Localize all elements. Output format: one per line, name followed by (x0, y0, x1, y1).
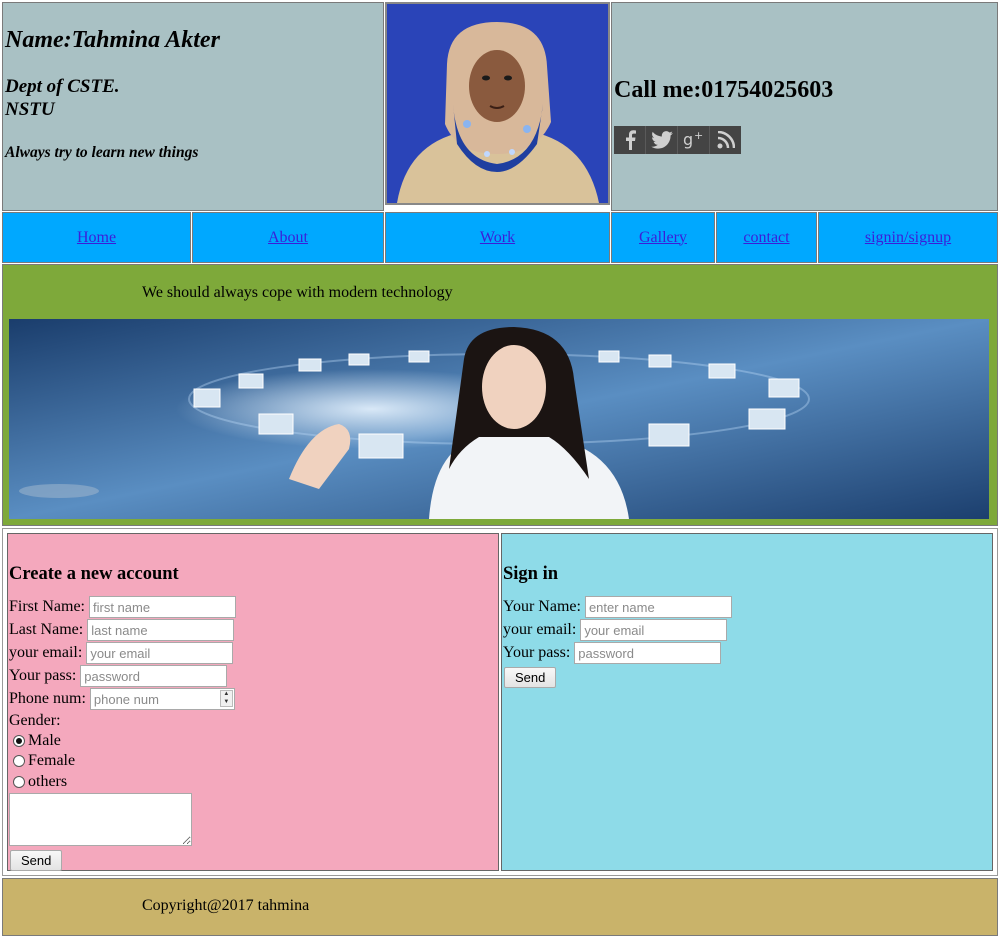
message-textarea[interactable] (9, 793, 192, 846)
nav-signin: signin/signup (818, 212, 998, 263)
signin-password-input[interactable] (574, 642, 722, 665)
signin-password-row: Your pass: (503, 642, 722, 665)
nav-about: About (192, 212, 384, 263)
last-name-label: Last Name: (9, 621, 84, 638)
email-label: your email: (9, 644, 83, 661)
university-line: NSTU (5, 99, 55, 120)
profile-photo-image (387, 4, 608, 203)
signin-password-label: Your pass: (503, 644, 571, 661)
radio-others-label: others (28, 773, 68, 790)
svg-text:+: + (694, 130, 703, 142)
google-plus-icon[interactable]: g + (678, 126, 710, 154)
phone-label: Phone num: (9, 690, 86, 707)
department: Dept of CSTE. NSTU (5, 75, 120, 121)
facebook-icon[interactable] (614, 126, 646, 154)
first-name-label: First Name: (9, 598, 85, 615)
gender-option-female[interactable]: Female (13, 752, 75, 770)
nav-link-signin-signup[interactable]: signin/signup (865, 229, 951, 247)
header-contact-cell: Call me:01754025603 g + (611, 2, 998, 211)
nav-link-work[interactable]: Work (480, 229, 515, 247)
radio-others[interactable] (13, 776, 25, 788)
phone-row: Phone num: ▲▼ (9, 688, 235, 711)
last-name-row: Last Name: (9, 619, 235, 642)
last-name-input[interactable] (87, 619, 235, 642)
stepper-up-icon[interactable]: ▲ (221, 691, 232, 699)
email-row: your email: (9, 642, 234, 665)
phone-number: Call me:01754025603 (614, 77, 834, 103)
signin-name-row: Your Name: (503, 596, 732, 619)
signin-panel: Sign in Your Name: your email: Your pass… (501, 533, 993, 871)
signin-email-input[interactable] (580, 619, 728, 642)
nav-work: Work (385, 212, 610, 263)
gender-label: Gender: (9, 712, 61, 729)
nav-gallery: Gallery (611, 212, 715, 263)
nav-contact: contact (716, 212, 817, 263)
radio-male-label: Male (28, 732, 61, 749)
nav-link-home[interactable]: Home (77, 229, 116, 247)
page-title: Name:Tahmina Akter (5, 27, 220, 53)
header-info-cell: Name:Tahmina Akter Dept of CSTE. NSTU Al… (2, 2, 384, 211)
radio-female[interactable] (13, 755, 25, 767)
motto-text: Always try to learn new things (5, 144, 199, 161)
banner-text: We should always cope with modern techno… (142, 284, 453, 301)
twitter-icon[interactable] (646, 126, 678, 154)
profile-photo (385, 2, 610, 205)
stepper-down-icon[interactable]: ▼ (221, 699, 232, 707)
signin-email-label: your email: (503, 621, 577, 638)
signin-email-row: your email: (503, 619, 728, 642)
rss-icon[interactable] (710, 126, 741, 154)
gender-option-others[interactable]: others (13, 773, 67, 791)
password-input[interactable] (80, 665, 228, 688)
password-label: Your pass: (9, 667, 77, 684)
forms-area: Create a new account First Name: Last Na… (2, 528, 998, 876)
gender-option-male[interactable]: Male (13, 732, 61, 750)
social-links: g + (614, 126, 741, 154)
signin-name-input[interactable] (584, 596, 732, 619)
nav-link-contact[interactable]: contact (743, 229, 789, 247)
register-title: Create a new account (9, 564, 179, 584)
nav-home: Home (2, 212, 191, 263)
phone-input[interactable] (89, 688, 235, 711)
signin-title: Sign in (503, 564, 559, 584)
register-send-button[interactable]: Send (10, 850, 63, 871)
first-name-row: First Name: (9, 596, 236, 619)
svg-text:g: g (683, 130, 693, 149)
first-name-input[interactable] (89, 596, 236, 619)
signin-name-label: Your Name: (503, 598, 581, 615)
phone-stepper[interactable]: ▲ ▼ (219, 690, 233, 708)
signin-send-button[interactable]: Send (504, 667, 557, 688)
password-row: Your pass: (9, 665, 228, 688)
register-panel: Create a new account First Name: Last Na… (7, 533, 499, 871)
dept-line: Dept of CSTE. (5, 76, 120, 97)
nav-link-gallery[interactable]: Gallery (639, 229, 687, 247)
footer: Copyright@2017 tahmina (2, 878, 998, 936)
banner: We should always cope with modern techno… (2, 264, 998, 526)
banner-image (9, 319, 989, 519)
copyright-text: Copyright@2017 tahmina (142, 897, 310, 914)
nav-link-about[interactable]: About (268, 229, 308, 247)
radio-male[interactable] (13, 735, 25, 747)
email-input[interactable] (86, 642, 234, 665)
radio-female-label: Female (28, 752, 76, 769)
